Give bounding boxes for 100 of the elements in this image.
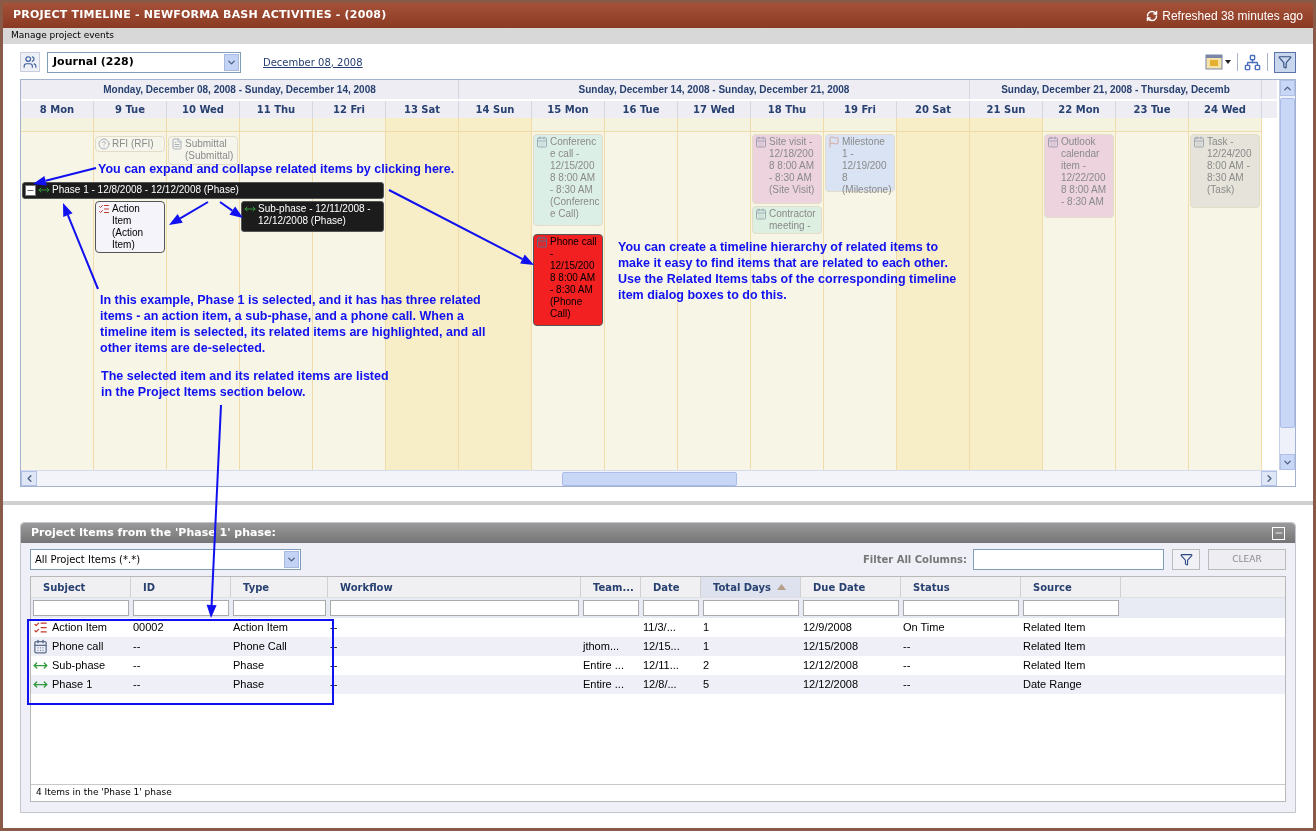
calendar-icon [1205,54,1223,70]
collapse-button[interactable] [1272,526,1285,540]
table-cell-text: -- [903,658,911,674]
item-label: Outlook calendar item - 12/22/2008 8:00 AM - 8:30 AM [1061,136,1108,208]
calendar-icon [536,236,548,248]
table-cell-text: Phase [233,658,265,674]
annotation-text: You can create a timeline hierarchy of related items to make it easy to find items that are related to each other. Use the Related Items tabs of the corresponding timeline item dialog boxes to do this. [618,239,958,303]
question-icon [98,138,110,150]
table-cell-text: Related Item [1023,658,1086,674]
table-cell-text: 12/11... [643,658,679,674]
document-icon [171,138,183,150]
column-filter-field[interactable] [233,600,326,616]
table-cell-text: Entire ... [583,677,624,693]
column-filter-field[interactable] [803,600,899,616]
filter-field[interactable] [973,549,1164,570]
leader-line [219,201,243,218]
item-label: RFI (RFI) [112,138,154,150]
column-filter-field[interactable] [330,600,579,616]
calendar-icon [536,136,548,148]
table-cell-text: Action Item [233,620,289,636]
collapse-icon[interactable] [25,185,36,196]
column-filter-field[interactable] [643,600,699,616]
table-cell-text: 12/15/2008 [803,639,859,655]
caret-icon [1225,60,1231,64]
phase-bar[interactable]: Phase 1 - 12/8/2008 - 12/12/2008 (Phase) [22,182,384,199]
table-cell-text: -- [133,658,141,674]
column-filter-field[interactable] [133,600,229,616]
calendar-icon [1047,136,1059,148]
table-cell-text: Sub-phase [52,658,106,674]
window-title: PROJECT TIMELINE - NEWFORMA BASH ACTIVITIES - (2008) [13,7,387,24]
item-label: Contractor meeting - [769,208,817,232]
table-cell-text: Entire ... [583,658,624,674]
leader-line [169,201,209,225]
table-cell-text: -- [133,639,141,655]
table-cell-text: Phase [233,677,265,693]
table-cell-text: Related Item [1023,639,1086,655]
column-filter-field[interactable] [583,600,639,616]
item-count: 4 Items in the 'Phase 1' phase [36,786,172,800]
refresh-icon[interactable] [1146,9,1159,22]
table-cell-text: 12/12/2008 [803,677,859,693]
table-cell-text: 2 [703,658,710,674]
hierarchy-icon[interactable] [1244,53,1261,71]
journal-dropdown[interactable]: Journal (228) [47,51,241,73]
table-cell-text: -- [903,677,911,693]
table-cell-text: 5 [703,677,710,693]
item-label: Conference call - 12/15/2008 8:00 AM - 8:30 AM (Conference Call) [550,136,600,220]
calendar-icon [1193,136,1205,148]
flag-icon [828,136,840,148]
table-cell-text: Phone call [52,639,104,655]
table-cell-text: 12/8/... [643,677,677,693]
item-label: Phone call - 12/15/2008 8:00 AM - 8:30 AM (Phone Call) [550,236,598,320]
table-cell-text: Action Item [52,620,108,636]
table-cell-text: 12/9/2008 [803,620,852,636]
table-cell-text: -- [903,639,911,655]
table-cell-text: 12/15... [643,639,680,655]
filter-icon [1179,553,1193,566]
calendar-view-button[interactable] [1205,54,1231,70]
page-subtitle: Manage project events [11,29,115,43]
item-label: Task - 12/24/200 8:00 AM - 8:30 AM (Task) [1207,136,1253,196]
table-cell-text: 12/12/2008 [803,658,859,674]
vertical-scrollbar[interactable] [1279,80,1295,470]
calendar-icon [755,136,767,148]
checklist-icon [33,620,48,635]
table-cell-text: Related Item [1023,620,1086,636]
filter-button[interactable] [1274,51,1296,73]
filter-label: Filter All Columns: [863,553,967,567]
checklist-icon [98,203,110,215]
table-cell-text: -- [133,677,141,693]
table-cell-text: 1 [703,620,710,636]
table-cell-text: Phone Call [233,639,287,655]
column-filter-field[interactable] [903,600,1019,616]
item-type-dropdown[interactable]: All Project Items (*.*) [30,549,301,570]
date-link[interactable]: December 08, 2008 [263,54,363,70]
calendar-icon [755,208,767,220]
timeline-item[interactable]: Action Item (Action Item) [95,201,165,253]
table-cell-text: Date Range [1023,677,1082,693]
timeline-item[interactable]: Phone call - 12/15/2008 8:00 AM - 8:30 AM (Phone Call) [533,234,603,326]
apply-filter-button[interactable] [1172,549,1200,570]
people-button[interactable] [20,52,40,72]
chevron-down-icon [286,554,297,565]
annotation-text: In this example, Phase 1 is selected, and it has has three related items - an action item, a sub-phase, and a phone call. When a timeline item is selected, its related items are highlighted, and all other items are de-selected. [100,292,487,356]
item-label: Sub-phase - 12/11/2008 - 12/12/2008 (Phase) [258,203,372,227]
table-cell-text: jthom... [583,639,620,655]
column-filter-field[interactable] [703,600,799,616]
sort-ascending-icon [777,584,786,590]
column-filter-field[interactable] [33,600,129,616]
item-label: Site visit - 12/18/2008 8:00 AM - 8:30 AM (Site Visit) [769,136,816,196]
item-label: Submittal (Submittal) [185,138,235,162]
table-cell-text: Phase 1 [52,677,93,693]
table-cell-text: 1 [703,639,710,655]
table-cell-text: 11/3/... [643,620,676,636]
column-header[interactable]: Total Days [701,577,801,597]
annotation-text: The selected item and its related items are listed in the Project Items section below. [101,368,390,400]
leader-line [33,167,97,186]
column-filter-field[interactable] [1023,600,1119,616]
table-cell-text: On Time [903,620,945,636]
phase-bar[interactable]: Sub-phase - 12/11/2008 - 12/12/2008 (Phase) [241,201,384,232]
item-label: Action Item (Action Item) [112,203,145,251]
filter-icon [1278,55,1292,69]
horizontal-scrollbar[interactable] [21,470,1277,486]
